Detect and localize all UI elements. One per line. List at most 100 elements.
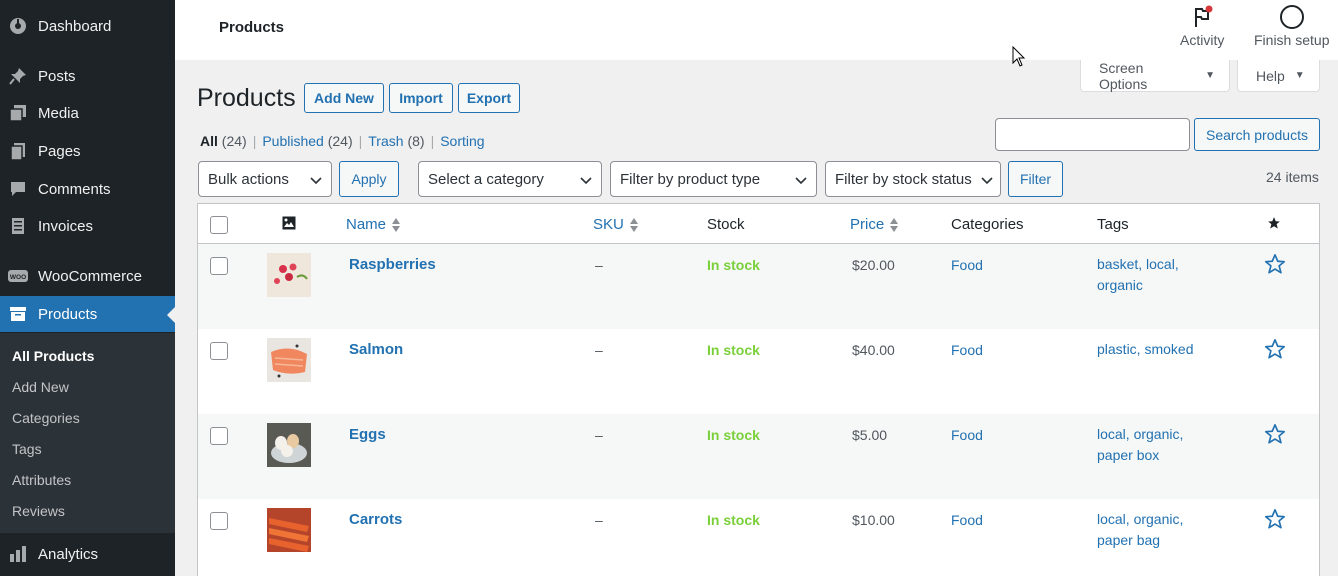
caret-down-icon: ▼: [1294, 70, 1305, 81]
submenu-tags[interactable]: Tags: [12, 441, 42, 457]
status-views: All (24) | Published (24) | Trash (8) | Sortin…: [200, 133, 485, 149]
row-checkbox[interactable]: [210, 342, 228, 360]
apply-button[interactable]: Apply: [339, 161, 399, 197]
woo-icon: WOO: [8, 266, 28, 286]
category-link[interactable]: Food: [951, 257, 983, 273]
stock-status-select[interactable]: Filter by stock status: [825, 161, 1001, 197]
sidebar-item-pages[interactable]: Pages: [0, 133, 175, 169]
sidebar-item-dashboard[interactable]: Dashboard: [0, 8, 175, 44]
view-sorting[interactable]: Sorting: [440, 133, 484, 149]
product-search-input[interactable]: [995, 118, 1190, 151]
view-all-label: All: [200, 133, 218, 149]
view-all[interactable]: All (24): [200, 133, 247, 149]
product-thumbnail-salmon[interactable]: [267, 338, 311, 382]
view-published[interactable]: Published (24): [262, 133, 352, 149]
row-checkbox[interactable]: [210, 427, 228, 445]
sidebar-item-comments[interactable]: Comments: [0, 171, 175, 207]
column-sku[interactable]: SKU: [593, 216, 638, 233]
tags-line[interactable]: organic: [1097, 275, 1207, 296]
product-name-link[interactable]: Carrots: [349, 511, 402, 528]
sidebar-item-woocommerce[interactable]: WOO WooCommerce: [0, 258, 175, 294]
bulk-actions-select[interactable]: Bulk actions: [198, 161, 332, 197]
finish-setup-button[interactable]: Finish setup: [1254, 4, 1329, 48]
product-thumbnail-carrots[interactable]: [267, 508, 311, 552]
sidebar-item-label: Posts: [38, 67, 76, 85]
sidebar-item-invoices[interactable]: Invoices: [0, 208, 175, 244]
filter-button[interactable]: Filter: [1008, 161, 1063, 197]
row-checkbox[interactable]: [210, 257, 228, 275]
sidebar-item-label: Comments: [38, 180, 111, 198]
column-price-label: Price: [850, 216, 885, 233]
comment-icon: [8, 179, 28, 199]
stock-status: In stock: [707, 342, 760, 358]
submenu-categories[interactable]: Categories: [12, 410, 80, 426]
sidebar-item-posts[interactable]: Posts: [0, 58, 175, 94]
submenu-attributes[interactable]: Attributes: [12, 472, 71, 488]
submenu-all-products[interactable]: All Products: [12, 348, 94, 364]
finish-setup-label: Finish setup: [1254, 32, 1330, 48]
sort-icon: [629, 217, 638, 232]
row-checkbox[interactable]: [210, 512, 228, 530]
table-row: Raspberries – In stock $20.00 Food baske…: [198, 244, 1319, 329]
product-name-link[interactable]: Eggs: [349, 426, 386, 443]
product-name-link[interactable]: Raspberries: [349, 256, 436, 273]
tags-line[interactable]: basket, local,: [1097, 254, 1207, 275]
export-button[interactable]: Export: [458, 83, 520, 113]
featured-star-icon[interactable]: [1264, 338, 1286, 363]
dashboard-icon: [8, 16, 28, 36]
screen-options-button[interactable]: Screen Options ▼: [1080, 60, 1230, 92]
column-name[interactable]: Name: [346, 216, 401, 233]
product-thumbnail-eggs[interactable]: [267, 423, 311, 467]
sidebar-item-analytics[interactable]: Analytics: [0, 536, 175, 572]
sidebar-item-media[interactable]: Media: [0, 95, 175, 131]
import-button[interactable]: Import: [389, 83, 453, 113]
chevron-down-icon: [795, 177, 807, 185]
activity-button[interactable]: Activity: [1180, 4, 1224, 48]
help-label: Help: [1256, 67, 1285, 84]
category-select[interactable]: Select a category: [418, 161, 602, 197]
tags-line[interactable]: paper bag: [1097, 530, 1207, 551]
stock-status-value: Filter by stock status: [835, 170, 972, 188]
add-new-button[interactable]: Add New: [304, 83, 384, 113]
category-link[interactable]: Food: [951, 342, 983, 358]
featured-star-icon[interactable]: [1264, 253, 1286, 278]
product-tags: local, organic, paper box: [1097, 424, 1207, 466]
caret-down-icon: ▼: [1205, 70, 1215, 81]
column-categories: Categories: [951, 216, 1024, 233]
sidebar-item-label: WooCommerce: [38, 267, 142, 285]
submenu-reviews[interactable]: Reviews: [12, 503, 65, 519]
product-price: $10.00: [852, 512, 895, 528]
category-link[interactable]: Food: [951, 427, 983, 443]
column-price[interactable]: Price: [850, 216, 899, 233]
search-products-button[interactable]: Search products: [1194, 118, 1320, 151]
media-icon: [8, 103, 28, 123]
tags-line[interactable]: local, organic,: [1097, 509, 1207, 530]
tags-line[interactable]: local, organic,: [1097, 424, 1207, 445]
select-all-checkbox[interactable]: [210, 216, 228, 234]
submenu-add-new[interactable]: Add New: [12, 379, 69, 395]
product-type-select[interactable]: Filter by product type: [610, 161, 817, 197]
product-thumbnail-raspberries[interactable]: [267, 253, 311, 297]
featured-star-icon[interactable]: [1264, 423, 1286, 448]
view-trash[interactable]: Trash (8): [368, 133, 424, 149]
product-name-link[interactable]: Salmon: [349, 341, 403, 358]
product-tags: basket, local, organic: [1097, 254, 1207, 296]
category-link[interactable]: Food: [951, 512, 983, 528]
sidebar-item-label: Media: [38, 104, 79, 122]
sidebar-item-products[interactable]: Products: [0, 296, 175, 332]
admin-sidebar: Dashboard Posts Media Pages Comments Inv…: [0, 0, 175, 576]
help-button[interactable]: Help ▼: [1237, 60, 1320, 92]
progress-circle-icon: [1279, 5, 1304, 29]
tags-line[interactable]: paper box: [1097, 445, 1207, 466]
sort-icon: [890, 217, 899, 232]
column-sku-label: SKU: [593, 216, 624, 233]
tags-line[interactable]: plastic, smoked: [1097, 339, 1227, 360]
pages-icon: [8, 141, 28, 161]
mouse-cursor-icon: [1012, 46, 1026, 67]
chevron-down-icon: [310, 177, 322, 185]
chevron-down-icon: [981, 177, 993, 185]
screen-options-label: Screen Options: [1099, 59, 1148, 92]
view-trash-count: (8): [407, 133, 425, 149]
featured-star-icon[interactable]: [1264, 508, 1286, 533]
product-sku: –: [595, 342, 603, 358]
